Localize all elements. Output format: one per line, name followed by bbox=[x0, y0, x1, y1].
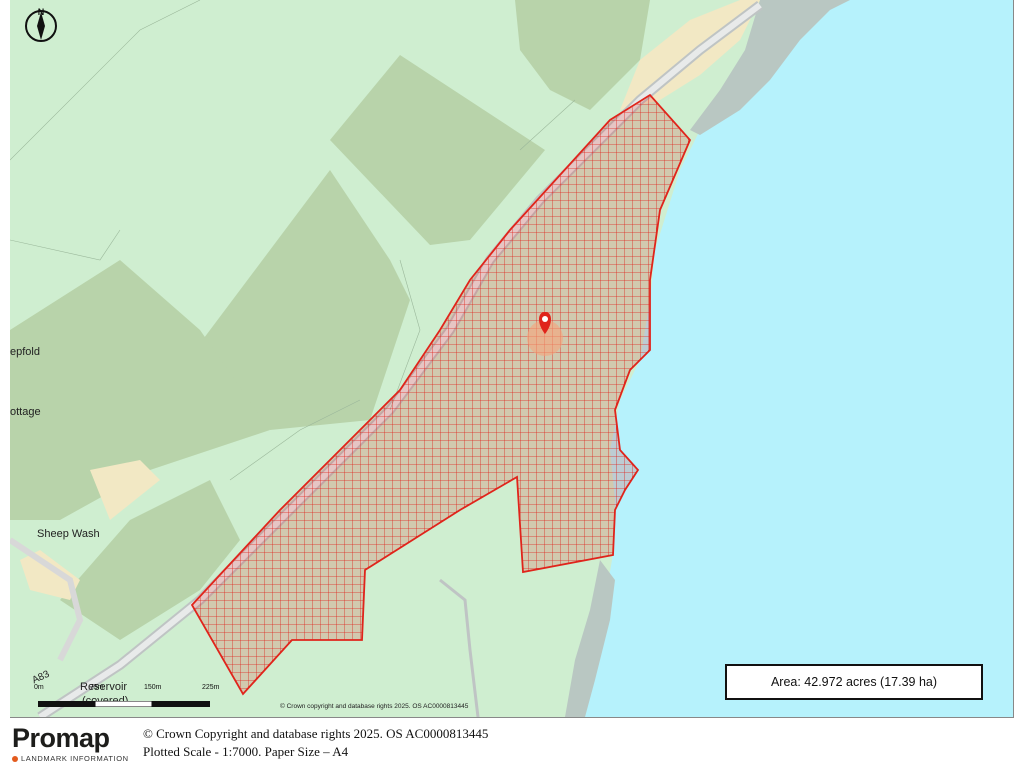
scale-tick-225: 225m bbox=[202, 684, 220, 691]
logo-subtitle: LANDMARK INFORMATION bbox=[12, 754, 129, 763]
north-label: N bbox=[38, 7, 45, 17]
place-label-sheepfold: epfold bbox=[10, 346, 40, 358]
scale-bar: 0m 75m 150m 225m bbox=[34, 684, 238, 712]
logo-subtitle-text: LANDMARK INFORMATION bbox=[21, 754, 129, 763]
footer: Promap LANDMARK INFORMATION © Crown Copy… bbox=[0, 718, 1024, 768]
scale-tick-75: 75m bbox=[90, 684, 104, 691]
logo-dot-icon bbox=[12, 755, 18, 762]
footer-scale: Plotted Scale - 1:7000. Paper Size – A4 bbox=[143, 744, 349, 759]
map-view[interactable]: epfold ottage Sheep Wash Reservoir (cove… bbox=[10, 0, 1014, 718]
map-canvas bbox=[10, 0, 1013, 717]
scale-bar-graphic bbox=[38, 700, 210, 708]
promap-logo: Promap bbox=[12, 723, 110, 753]
area-summary: Area: 42.972 acres (17.39 ha) bbox=[725, 664, 983, 700]
footer-copyright: © Crown Copyright and database rights 20… bbox=[143, 726, 489, 741]
map-copyright: © Crown copyright and database rights 20… bbox=[280, 703, 469, 710]
scale-tick-150: 150m bbox=[144, 684, 162, 691]
place-label-sheep-wash: Sheep Wash bbox=[37, 528, 100, 540]
scale-tick-0: 0m bbox=[34, 684, 44, 691]
place-label-cottage: ottage bbox=[10, 406, 41, 418]
north-arrow-icon: N bbox=[25, 7, 57, 42]
